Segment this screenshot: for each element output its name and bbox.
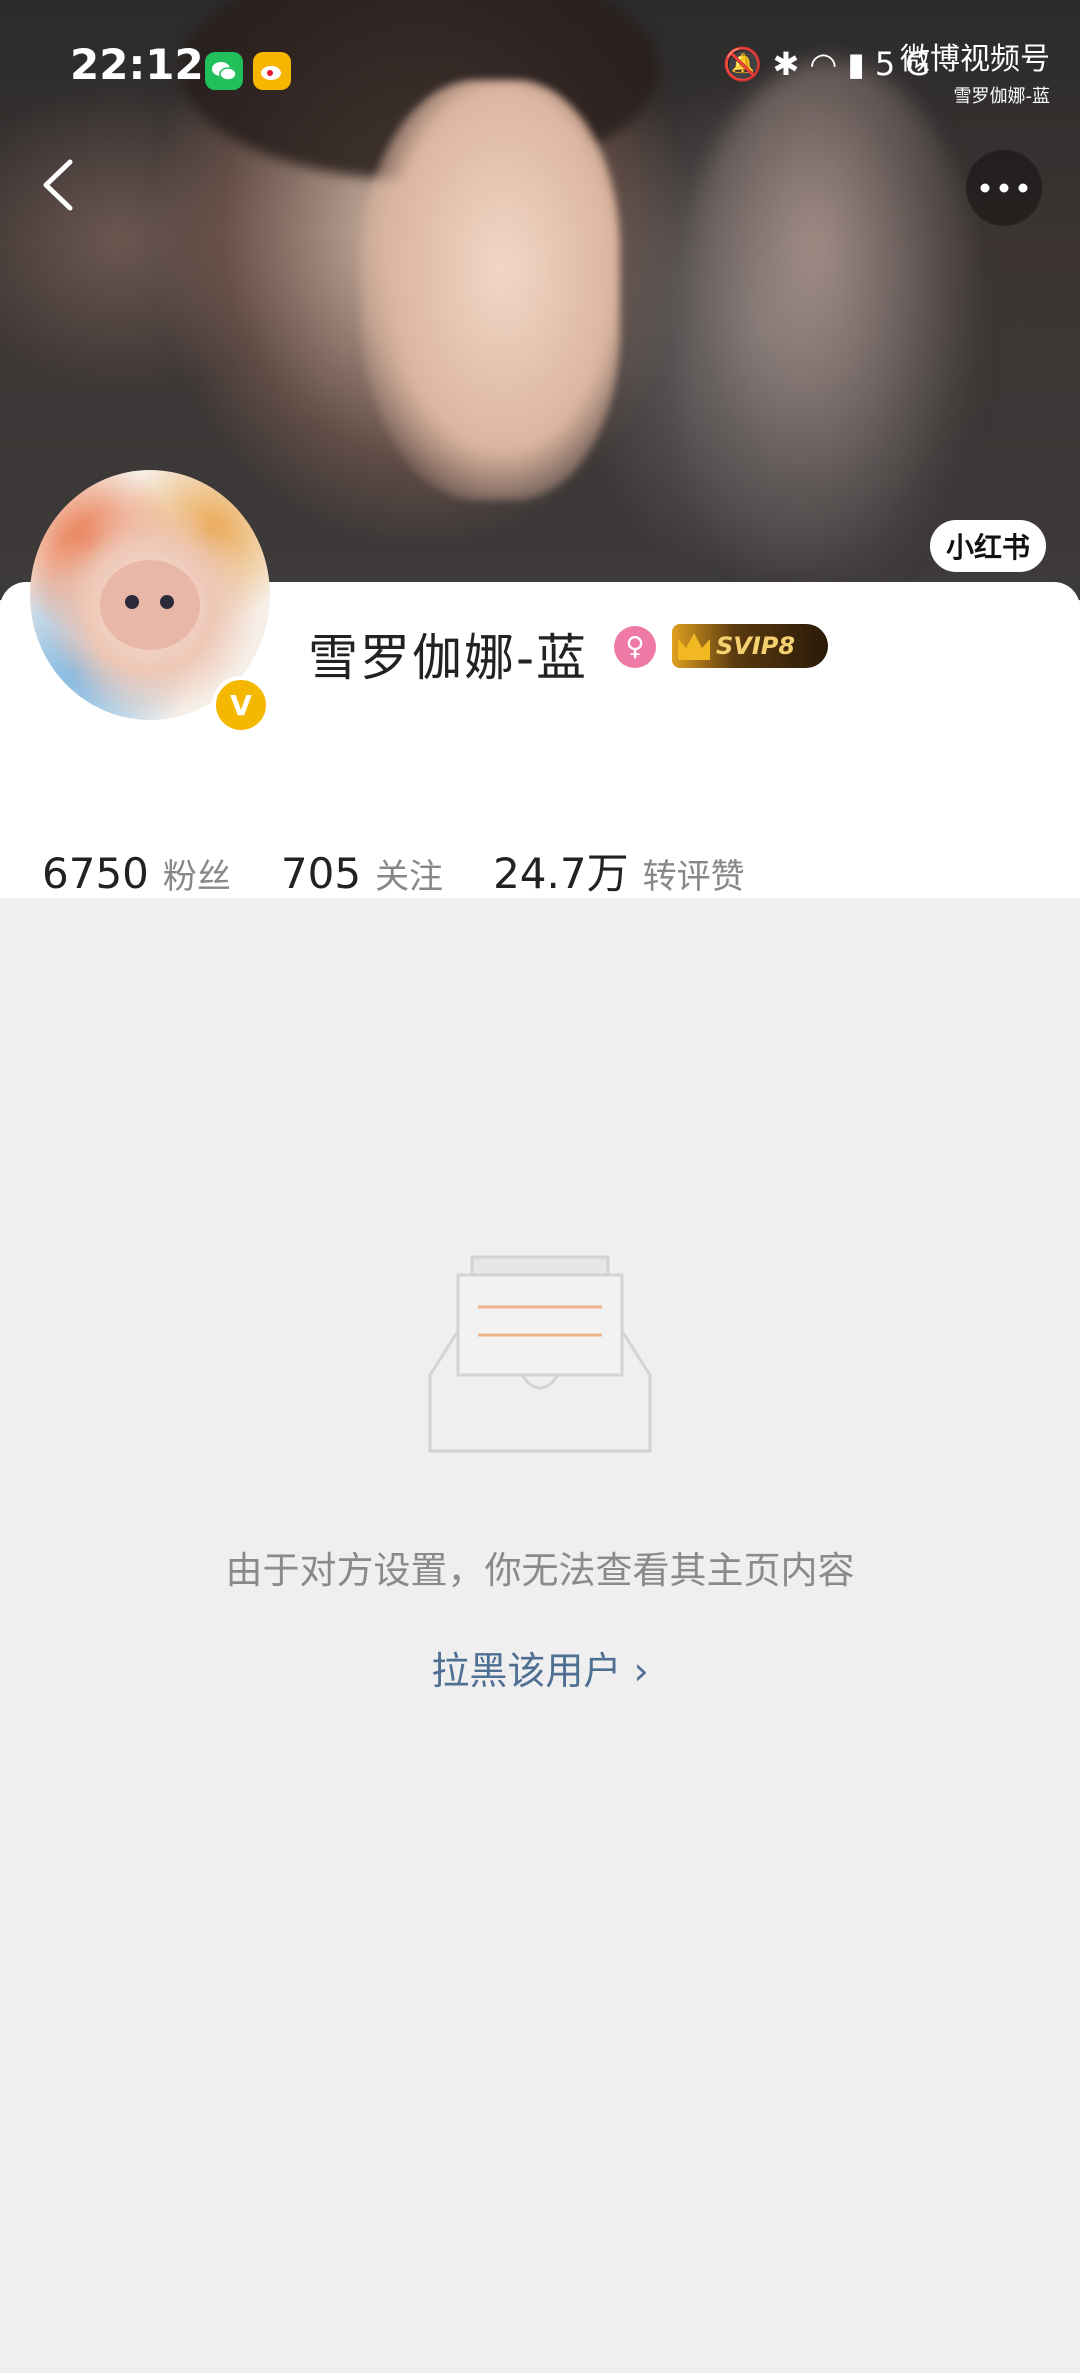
stat-label: 关注	[375, 857, 444, 897]
crown-icon	[678, 633, 710, 660]
avatar-bunny-face	[100, 560, 200, 650]
status-time: 22:12	[70, 40, 204, 89]
wechat-icon	[205, 52, 243, 90]
xiaohongshu-badge: 小红书	[929, 520, 1046, 572]
empty-inbox-icon	[428, 1255, 652, 1453]
stat-interactions[interactable]: 24.7万 转评赞	[493, 840, 745, 901]
watermark-user: 雪罗伽娜-蓝	[953, 86, 1051, 107]
more-options-button[interactable]	[966, 150, 1042, 226]
watermark-title: 微博视频号	[900, 42, 1050, 77]
stat-value: 24.7万	[493, 849, 629, 898]
stat-value: 6750	[42, 849, 149, 898]
stat-value: 705	[280, 849, 362, 898]
profile-stats: 6750 粉丝 705 关注 24.7万 转评赞	[42, 840, 795, 901]
svip-badge[interactable]: SVIP8	[672, 624, 828, 668]
banner-photo-face	[360, 80, 620, 500]
profile-name: 雪罗伽娜-蓝	[308, 629, 589, 687]
verified-badge: V	[212, 676, 270, 734]
restricted-message: 由于对方设置，你无法查看其主页内容	[225, 1549, 855, 1592]
chevron-left-icon	[43, 159, 73, 211]
female-gender-icon: ♀	[614, 626, 656, 668]
wifi-icon: ◠	[809, 45, 848, 83]
stat-label: 转评赞	[642, 857, 745, 897]
mute-icon: 🔕	[722, 45, 773, 83]
avatar-eye-right	[160, 595, 174, 609]
svip-label: SVIP8	[716, 632, 796, 660]
signal-icon: ▮	[847, 45, 875, 83]
banner-photo-background-person	[680, 60, 980, 580]
back-button[interactable]	[28, 150, 88, 220]
stat-following[interactable]: 705 关注	[281, 849, 443, 898]
weibo-icon	[253, 52, 291, 90]
bluetooth-icon: ✱	[772, 45, 810, 83]
stat-followers[interactable]: 6750 粉丝	[42, 849, 231, 898]
avatar-eye-left	[125, 595, 139, 609]
more-dots-icon	[980, 183, 1028, 193]
stat-label: 粉丝	[162, 857, 231, 897]
block-user-link[interactable]: 拉黑该用户 ›	[0, 1640, 1080, 1695]
weibo-video-watermark: 微博视频号 雪罗伽娜-蓝	[900, 34, 1050, 108]
